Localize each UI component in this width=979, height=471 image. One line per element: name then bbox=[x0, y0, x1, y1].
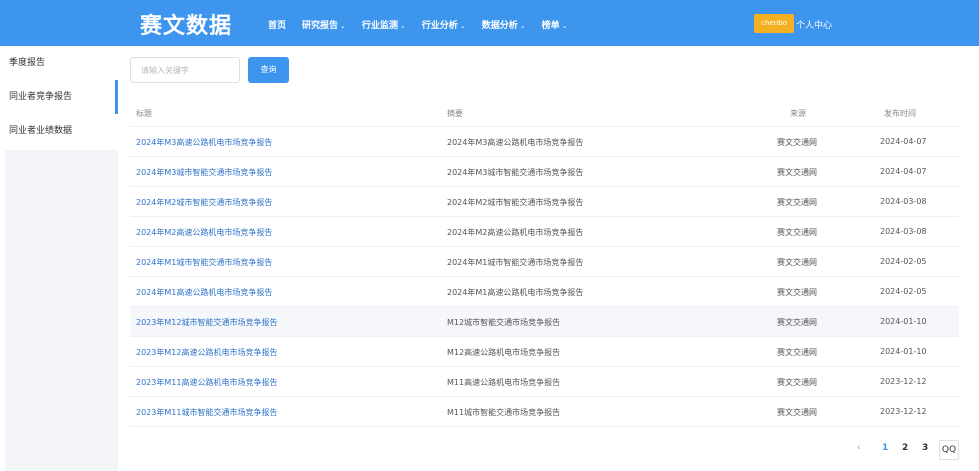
report-title-link[interactable]: 2024年M2城市智能交通市场竞争报告 bbox=[136, 197, 272, 208]
nav-label: 研究报告 bbox=[302, 21, 339, 31]
report-title-link[interactable]: 2023年M11城市智能交通市场竞争报告 bbox=[136, 407, 277, 418]
report-date: 2024-01-10 bbox=[880, 317, 927, 326]
report-title-link[interactable]: 2024年M1城市智能交通市场竞争报告 bbox=[136, 257, 272, 268]
column-header-publish-date: 发布时间 bbox=[884, 109, 916, 118]
report-title-link[interactable]: 2024年M3高速公路机电市场竞争报告 bbox=[136, 137, 272, 148]
report-title-link[interactable]: 2024年M2高速公路机电市场竞争报告 bbox=[136, 227, 272, 238]
report-summary: M11城市智能交通市场竞争报告 bbox=[447, 408, 561, 417]
report-date: 2024-02-05 bbox=[880, 257, 927, 266]
report-source: 赛文交通网 bbox=[777, 138, 817, 147]
report-summary: 2024年M1城市智能交通市场竞争报告 bbox=[447, 258, 584, 267]
column-header-title: 标题 bbox=[136, 109, 152, 118]
nav-label: 首页 bbox=[268, 21, 287, 31]
report-summary: M12高速公路机电市场竞争报告 bbox=[447, 348, 561, 357]
report-date: 2024-04-07 bbox=[880, 137, 927, 146]
report-title-link[interactable]: 2023年M12高速公路机电市场竞争报告 bbox=[136, 347, 277, 358]
table-row: 2024年M1城市智能交通市场竞争报告 2024年M1城市智能交通市场竞争报告 … bbox=[130, 247, 959, 277]
nav-label: 榜单 bbox=[541, 21, 560, 31]
nav-label: 行业分析 bbox=[421, 21, 458, 31]
page-jump-input[interactable]: QQ bbox=[939, 440, 959, 460]
chevron-down-icon: ⌄ bbox=[340, 22, 346, 30]
search-input[interactable] bbox=[130, 57, 240, 83]
nav-item-home[interactable]: 首页 bbox=[268, 18, 286, 31]
column-header-summary: 摘要 bbox=[447, 109, 463, 118]
report-source: 赛文交通网 bbox=[777, 228, 817, 237]
report-source: 赛文交通网 bbox=[777, 258, 817, 267]
sidebar-item-competitor-performance[interactable]: 同业者业绩数据 bbox=[5, 114, 118, 148]
chevron-down-icon: ⌄ bbox=[561, 22, 568, 30]
column-header-source: 来源 bbox=[790, 109, 806, 118]
table-row: 2023年M12城市智能交通市场竞争报告 M12城市智能交通市场竞争报告 赛文交… bbox=[130, 307, 959, 337]
user-center-link[interactable]: 个人中心 bbox=[796, 18, 832, 31]
report-source: 赛文交通网 bbox=[777, 378, 817, 387]
nav-item-industry-monitoring[interactable]: 行业监测 ⌄ bbox=[362, 18, 406, 31]
username-badge[interactable]: chenbo bbox=[754, 14, 794, 33]
nav-item-research-reports[interactable]: 研究报告 ⌄ bbox=[302, 18, 346, 31]
report-title-link[interactable]: 2024年M1高速公路机电市场竞争报告 bbox=[136, 287, 272, 298]
sidebar-item-competitor-report[interactable]: 同业者竞争报告 bbox=[5, 80, 118, 114]
sidebar: 季度报告 同业者竞争报告 同业者业绩数据 bbox=[5, 46, 118, 471]
report-summary: 2024年M2高速公路机电市场竞争报告 bbox=[447, 228, 584, 237]
table-header: 标题 摘要 来源 发布时间 bbox=[130, 97, 959, 127]
sidebar-menu: 季度报告 同业者竞争报告 同业者业绩数据 bbox=[5, 46, 118, 150]
report-date: 2024-03-08 bbox=[880, 227, 927, 236]
sidebar-item-quarterly-report[interactable]: 季度报告 bbox=[5, 46, 118, 80]
table-row: 2023年M11高速公路机电市场竞争报告 M11高速公路机电市场竞争报告 赛文交… bbox=[130, 367, 959, 397]
site-logo[interactable]: 赛文数据 bbox=[140, 8, 232, 40]
table-row: 2023年M11城市智能交通市场竞争报告 M11城市智能交通市场竞争报告 赛文交… bbox=[130, 397, 959, 427]
table-row: 2024年M1高速公路机电市场竞争报告 2024年M1高速公路机电市场竞争报告 … bbox=[130, 277, 959, 307]
report-summary: 2024年M1高速公路机电市场竞争报告 bbox=[447, 288, 584, 297]
table-row: 2024年M3城市智能交通市场竞争报告 2024年M3城市智能交通市场竞争报告 … bbox=[130, 157, 959, 187]
top-navbar: 赛文数据 首页 研究报告 ⌄ 行业监测 ⌄ 行业分析 ⌄ 数据分析 ⌄ 榜单 ⌄ chen… bbox=[0, 0, 979, 46]
report-source: 赛文交通网 bbox=[777, 318, 817, 327]
nav-item-rankings[interactable]: 榜单 ⌄ bbox=[542, 18, 568, 31]
report-date: 2024-02-05 bbox=[880, 287, 927, 296]
report-date: 2024-03-08 bbox=[880, 197, 927, 206]
table-row: 2024年M2城市智能交通市场竞争报告 2024年M2城市智能交通市场竞争报告 … bbox=[130, 187, 959, 217]
report-source: 赛文交通网 bbox=[777, 348, 817, 357]
report-date: 2024-04-07 bbox=[880, 167, 927, 176]
chevron-down-icon: ⌄ bbox=[459, 22, 466, 30]
table-row: 2024年M3高速公路机电市场竞争报告 2024年M3高速公路机电市场竞争报告 … bbox=[130, 127, 959, 157]
nav-item-industry-analysis[interactable]: 行业分析 ⌄ bbox=[422, 18, 466, 31]
chevron-left-icon[interactable]: ‹ bbox=[857, 443, 861, 459]
table-row: 2023年M12高速公路机电市场竞争报告 M12高速公路机电市场竞争报告 赛文交… bbox=[130, 337, 959, 367]
report-summary: M12城市智能交通市场竞争报告 bbox=[447, 318, 561, 327]
report-title-link[interactable]: 2024年M3城市智能交通市场竞争报告 bbox=[136, 167, 272, 178]
table-row: 2024年M2高速公路机电市场竞争报告 2024年M2高速公路机电市场竞争报告 … bbox=[130, 217, 959, 247]
chevron-down-icon: ⌄ bbox=[399, 22, 406, 30]
report-title-link[interactable]: 2023年M12城市智能交通市场竞争报告 bbox=[136, 317, 277, 328]
report-summary: M11高速公路机电市场竞争报告 bbox=[447, 378, 561, 387]
report-summary: 2024年M2城市智能交通市场竞争报告 bbox=[447, 198, 584, 207]
nav-label: 行业监测 bbox=[361, 21, 398, 31]
report-title-link[interactable]: 2023年M11高速公路机电市场竞争报告 bbox=[136, 377, 277, 388]
nav-item-data-analysis[interactable]: 数据分析 ⌄ bbox=[482, 18, 526, 31]
report-source: 赛文交通网 bbox=[777, 288, 817, 297]
page-button-3[interactable]: 3 bbox=[922, 443, 928, 459]
main-nav: 首页 研究报告 ⌄ 行业监测 ⌄ 行业分析 ⌄ 数据分析 ⌄ 榜单 ⌄ bbox=[268, 18, 583, 31]
report-date: 2023-12-12 bbox=[880, 407, 927, 416]
report-date: 2023-12-12 bbox=[880, 377, 927, 386]
search-button[interactable]: 查询 bbox=[248, 57, 289, 83]
report-summary: 2024年M3高速公路机电市场竞争报告 bbox=[447, 138, 584, 147]
report-source: 赛文交通网 bbox=[777, 408, 817, 417]
chevron-down-icon: ⌄ bbox=[519, 22, 526, 30]
nav-label: 数据分析 bbox=[481, 21, 518, 31]
report-source: 赛文交通网 bbox=[777, 198, 817, 207]
report-summary: 2024年M3城市智能交通市场竞争报告 bbox=[447, 168, 584, 177]
page-button-1[interactable]: 1 bbox=[882, 443, 888, 459]
report-source: 赛文交通网 bbox=[777, 168, 817, 177]
page-button-2[interactable]: 2 bbox=[902, 443, 908, 459]
report-date: 2024-01-10 bbox=[880, 347, 927, 356]
